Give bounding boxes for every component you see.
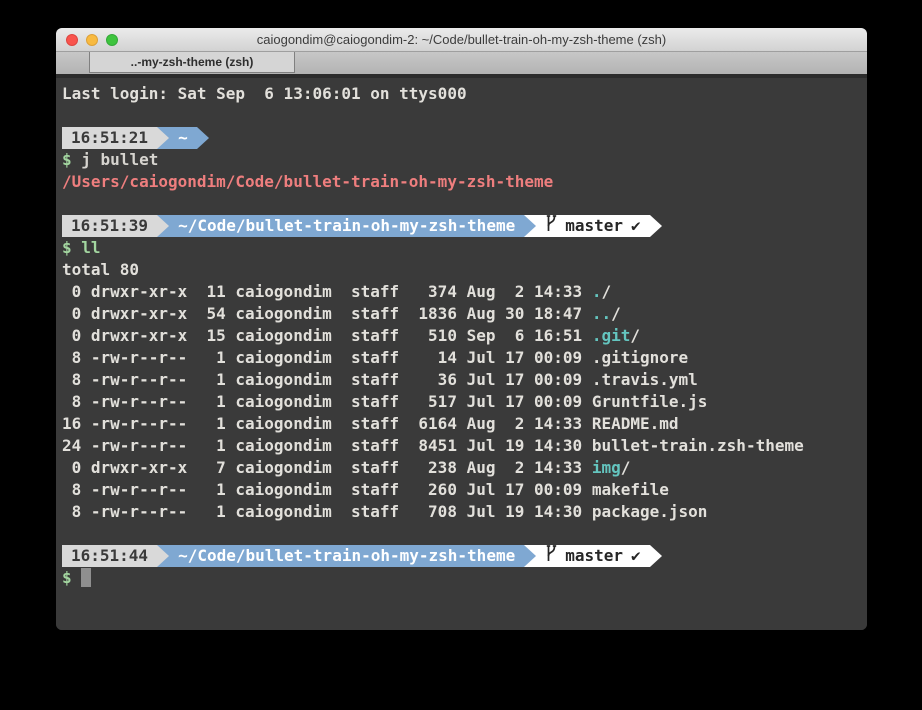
terminal-blank-line — [62, 523, 861, 545]
ls-filename: .gitignore — [592, 348, 688, 367]
prompt-git-segment: master ✔ — [536, 545, 649, 567]
ls-row: 0 drwxr-xr-x 11 caiogondim staff 374 Aug… — [62, 281, 861, 303]
terminal-line: Last login: Sat Sep 6 13:06:01 on ttys00… — [62, 83, 861, 105]
ls-row: 24 -rw-r--r-- 1 caiogondim staff 8451 Ju… — [62, 435, 861, 457]
ls-filename: .. — [592, 304, 611, 323]
prompt-git-segment: master ✔ — [536, 215, 649, 237]
ls-filename: bullet-train.zsh-theme — [592, 436, 804, 455]
terminal-window: caiogondim@caiogondim-2: ~/Code/bullet-t… — [56, 28, 867, 630]
ls-meta: 16 -rw-r--r-- 1 caiogondim staff 6164 Au… — [62, 414, 592, 433]
ls-filename: img — [592, 458, 621, 477]
git-branch-icon — [545, 215, 558, 238]
prompt-line: 16:51:39 ~/Code/bullet-train-oh-my-zsh-th… — [62, 215, 861, 237]
close-button[interactable] — [66, 34, 78, 46]
ls-meta: 0 drwxr-xr-x 7 caiogondim staff 238 Aug … — [62, 458, 592, 477]
ls-dir-slash: / — [621, 458, 631, 477]
text-span: j bullet — [72, 150, 159, 169]
ls-row: 16 -rw-r--r-- 1 caiogondim staff 6164 Au… — [62, 413, 861, 435]
input-line: $ — [62, 567, 861, 589]
powerline-separator — [650, 215, 662, 237]
prompt-line: 16:51:44 ~/Code/bullet-train-oh-my-zsh-th… — [62, 545, 861, 567]
ls-filename: .git — [592, 326, 631, 345]
text-span: Last login: Sat Sep 6 13:06:01 on ttys00… — [62, 84, 467, 103]
ls-meta: 8 -rw-r--r-- 1 caiogondim staff 517 Jul … — [62, 392, 592, 411]
prompt-time-segment: 16:51:44 — [62, 545, 157, 567]
ls-meta: 8 -rw-r--r-- 1 caiogondim staff 36 Jul 1… — [62, 370, 592, 389]
terminal-content[interactable]: Last login: Sat Sep 6 13:06:01 on ttys00… — [56, 78, 867, 630]
ls-filename: README.md — [592, 414, 679, 433]
prompt-time-segment: 16:51:39 — [62, 215, 157, 237]
git-status-check: ✔ — [631, 215, 641, 237]
ls-row: 0 drwxr-xr-x 15 caiogondim staff 510 Sep… — [62, 325, 861, 347]
prompt-time-segment: 16:51:21 — [62, 127, 157, 149]
ls-dir-slash: / — [611, 304, 621, 323]
powerline-separator — [650, 545, 662, 567]
terminal-line: /Users/caiogondim/Code/bullet-train-oh-m… — [62, 171, 861, 193]
text-span: $ — [62, 238, 72, 257]
ls-row: 0 drwxr-xr-x 7 caiogondim staff 238 Aug … — [62, 457, 861, 479]
git-branch-name: master — [565, 215, 623, 237]
text-span — [72, 568, 82, 587]
ls-row: 8 -rw-r--r-- 1 caiogondim staff 36 Jul 1… — [62, 369, 861, 391]
text-span: ll — [72, 238, 101, 257]
ls-filename: package.json — [592, 502, 708, 521]
prompt-dir-segment: ~/Code/bullet-train-oh-my-zsh-theme — [169, 215, 524, 237]
terminal-blank-line — [62, 105, 861, 127]
git-branch-icon — [545, 545, 558, 568]
minimize-button[interactable] — [86, 34, 98, 46]
ls-filename: makefile — [592, 480, 669, 499]
text-span: /Users/caiogondim/Code/bullet-train-oh-m… — [62, 172, 553, 191]
command-line: $ j bullet — [62, 149, 861, 171]
powerline-separator — [197, 127, 209, 149]
prompt-dir-segment: ~ — [169, 127, 197, 149]
powerline-separator — [157, 215, 169, 237]
ls-row: 0 drwxr-xr-x 54 caiogondim staff 1836 Au… — [62, 303, 861, 325]
ls-meta: 0 drwxr-xr-x 54 caiogondim staff 1836 Au… — [62, 304, 592, 323]
prompt-dir-segment: ~/Code/bullet-train-oh-my-zsh-theme — [169, 545, 524, 567]
text-span: total 80 — [62, 260, 139, 279]
tab-active[interactable]: ..-my-zsh-theme (zsh) — [89, 52, 295, 73]
ls-meta: 8 -rw-r--r-- 1 caiogondim staff 14 Jul 1… — [62, 348, 592, 367]
ls-row: 8 -rw-r--r-- 1 caiogondim staff 260 Jul … — [62, 479, 861, 501]
ls-filename: .travis.yml — [592, 370, 698, 389]
terminal-line: total 80 — [62, 259, 861, 281]
powerline-separator — [157, 127, 169, 149]
window-controls — [66, 28, 118, 51]
ls-meta: 8 -rw-r--r-- 1 caiogondim staff 260 Jul … — [62, 480, 592, 499]
powerline-separator — [524, 215, 536, 237]
prompt-line: 16:51:21 ~ — [62, 127, 861, 149]
terminal-blank-line — [62, 193, 861, 215]
text-span: $ — [62, 150, 72, 169]
command-line: $ ll — [62, 237, 861, 259]
ls-dir-slash: / — [630, 326, 640, 345]
ls-meta: 8 -rw-r--r-- 1 caiogondim staff 708 Jul … — [62, 502, 592, 521]
ls-row: 8 -rw-r--r-- 1 caiogondim staff 517 Jul … — [62, 391, 861, 413]
ls-filename: . — [592, 282, 602, 301]
window-title: caiogondim@caiogondim-2: ~/Code/bullet-t… — [56, 32, 867, 47]
zoom-button[interactable] — [106, 34, 118, 46]
ls-meta: 0 drwxr-xr-x 15 caiogondim staff 510 Sep… — [62, 326, 592, 345]
git-branch-name: master — [565, 545, 623, 567]
ls-row: 8 -rw-r--r-- 1 caiogondim staff 708 Jul … — [62, 501, 861, 523]
powerline-separator — [157, 545, 169, 567]
ls-filename: Gruntfile.js — [592, 392, 708, 411]
ls-row: 8 -rw-r--r-- 1 caiogondim staff 14 Jul 1… — [62, 347, 861, 369]
tab-bar: ..-my-zsh-theme (zsh) — [56, 52, 867, 74]
desktop: caiogondim@caiogondim-2: ~/Code/bullet-t… — [0, 0, 922, 710]
title-bar[interactable]: caiogondim@caiogondim-2: ~/Code/bullet-t… — [56, 28, 867, 52]
text-span: $ — [62, 568, 72, 587]
ls-dir-slash: / — [601, 282, 611, 301]
powerline-separator — [524, 545, 536, 567]
git-status-check: ✔ — [631, 545, 641, 567]
ls-meta: 0 drwxr-xr-x 11 caiogondim staff 374 Aug… — [62, 282, 592, 301]
tab-label: ..-my-zsh-theme (zsh) — [131, 55, 254, 69]
ls-meta: 24 -rw-r--r-- 1 caiogondim staff 8451 Ju… — [62, 436, 592, 455]
block-cursor — [81, 568, 91, 587]
